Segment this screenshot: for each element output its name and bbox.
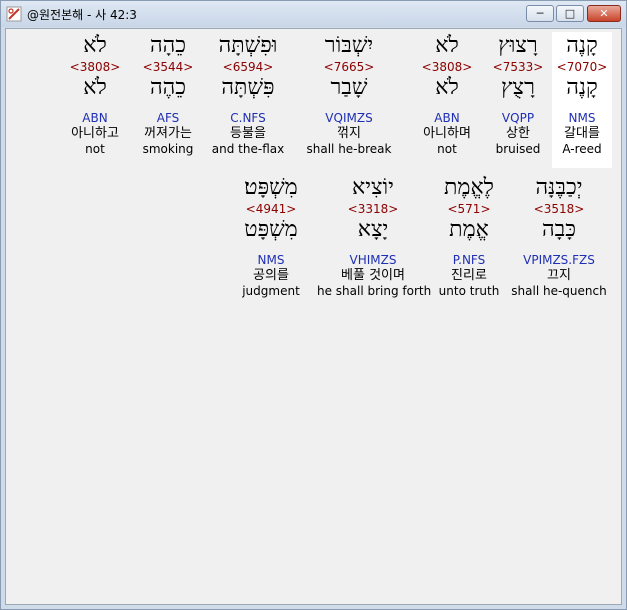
hebrew-word: יִשְׁבּוֹר bbox=[324, 33, 374, 58]
english-gloss: bruised bbox=[495, 142, 541, 156]
word-block[interactable]: לֶאֱמֶת <571> אֱמֶת P.NFS 진리로 unto truth bbox=[434, 174, 504, 299]
word-block[interactable]: יוֹצִיא <3318> יָצָא VHIMZS 베풀 것이며 he sh… bbox=[317, 174, 432, 299]
korean-gloss: 등불을 bbox=[230, 126, 266, 141]
english-gloss: shall he-quench bbox=[511, 284, 607, 298]
parsing-code: VQPP bbox=[501, 111, 535, 125]
korean-gloss: 아니하며 bbox=[423, 126, 471, 141]
korean-gloss: 상한 bbox=[506, 126, 530, 141]
maximize-button[interactable]: □ bbox=[556, 5, 584, 22]
korean-gloss: 꺼져가는 bbox=[144, 126, 192, 141]
hebrew-word: יְכַבֶּנָּה bbox=[535, 175, 583, 200]
word-block[interactable]: יִשְׁבּוֹר <7665> שָׁבַר VQIMZS 꺾지 shall… bbox=[303, 32, 395, 157]
parsing-code: P.NFS bbox=[452, 253, 486, 267]
korean-gloss: 진리로 bbox=[451, 268, 487, 283]
english-gloss: smoking bbox=[142, 142, 194, 156]
hebrew-lexeme: לֹא bbox=[83, 75, 107, 100]
hebrew-lexeme: כֵהֶה bbox=[149, 75, 187, 100]
app-logo-icon bbox=[6, 6, 22, 22]
hebrew-lexeme: שָׁבַר bbox=[330, 75, 368, 100]
parsing-code: ABN bbox=[434, 111, 460, 125]
parsing-code: NMS bbox=[568, 111, 596, 125]
english-gloss: A-reed bbox=[562, 142, 602, 156]
hebrew-lexeme: אֱמֶת bbox=[449, 217, 489, 242]
strong-number[interactable]: <6594> bbox=[202, 60, 294, 74]
minimize-button[interactable]: ─ bbox=[526, 5, 554, 22]
parsing-code: NMS bbox=[257, 253, 285, 267]
parsing-code: AFS bbox=[156, 111, 180, 125]
word-block[interactable]: רָצוּץ <7533> רָצֻץ VQPP 상한 bruised bbox=[488, 32, 548, 157]
strong-number[interactable]: <4941> bbox=[238, 202, 304, 216]
strong-number[interactable]: <3318> bbox=[317, 202, 429, 216]
hebrew-word: לֶאֱמֶת bbox=[444, 175, 494, 200]
hebrew-lexeme: יָצָא bbox=[357, 217, 389, 242]
hebrew-word: כֵהָה bbox=[149, 33, 187, 58]
strong-number[interactable]: <3808> bbox=[61, 60, 129, 74]
english-gloss: and the-flax bbox=[211, 142, 285, 156]
app-window: @원전본해 - 사 42:3 ─ □ ✕ קָנֶה <7070> קָנֶה … bbox=[0, 0, 627, 610]
word-block[interactable]: יְכַבֶּנָּה <3518> כָּבָה VPIMZS.FZS 끄지 … bbox=[509, 174, 609, 299]
hebrew-word: יוֹצִיא bbox=[352, 175, 394, 200]
korean-gloss: 베풀 것이며 bbox=[341, 268, 405, 283]
hebrew-lexeme: לֹא bbox=[435, 75, 459, 100]
maximize-icon: □ bbox=[564, 7, 576, 20]
strong-number[interactable]: <3808> bbox=[413, 60, 481, 74]
korean-gloss: 갈대를 bbox=[564, 126, 600, 141]
verse-display: קָנֶה <7070> קָנֶה NMS 갈대를 A-reed רָצוּץ… bbox=[5, 28, 622, 605]
hebrew-word: קָנֶה bbox=[566, 33, 598, 58]
word-block[interactable]: לֹא <3808> לֹא ABN 아니하며 not bbox=[413, 32, 481, 157]
window-title: @원전본해 - 사 42:3 bbox=[27, 8, 137, 22]
word-block[interactable]: כֵהָה <3544> כֵהֶה AFS 꺼져가는 smoking bbox=[136, 32, 200, 157]
parsing-code: ABN bbox=[82, 111, 108, 125]
english-gloss: he shall bring forth bbox=[317, 284, 432, 298]
hebrew-lexeme: פִּשְׁתָּה bbox=[221, 75, 275, 100]
english-gloss: not bbox=[85, 142, 105, 156]
strong-number[interactable]: <3544> bbox=[136, 60, 200, 74]
strong-number[interactable]: <571> bbox=[434, 202, 504, 216]
word-block[interactable]: וּפִשְׁתָּה <6594> פִּשְׁתָּה C.NFS 등불을 … bbox=[202, 32, 294, 157]
hebrew-lexeme: כָּבָה bbox=[541, 217, 576, 242]
hebrew-lexeme: רָצֻץ bbox=[501, 75, 535, 100]
word-block[interactable]: לֹא <3808> לֹא ABN 아니하고 not bbox=[61, 32, 129, 157]
minimize-icon: ─ bbox=[536, 7, 544, 20]
hebrew-word: וּפִשְׁתָּה bbox=[218, 33, 278, 58]
hebrew-word: רָצוּץ bbox=[498, 33, 538, 58]
english-gloss: not bbox=[437, 142, 457, 156]
english-gloss: judgment bbox=[242, 284, 300, 298]
parsing-code: VQIMZS bbox=[325, 111, 373, 125]
parsing-code: VPIMZS.FZS bbox=[523, 253, 595, 267]
word-block[interactable]: מִשְׁפָּט׃ <4941> מִשְׁפָּט NMS 공의를 judg… bbox=[238, 174, 304, 299]
english-gloss: shall he-break bbox=[306, 142, 392, 156]
close-button[interactable]: ✕ bbox=[587, 5, 621, 22]
word-block[interactable]: קָנֶה <7070> קָנֶה NMS 갈대를 A-reed bbox=[552, 32, 612, 168]
korean-gloss: 공의를 bbox=[253, 268, 289, 283]
korean-gloss: 아니하고 bbox=[71, 126, 119, 141]
hebrew-lexeme: קָנֶה bbox=[566, 75, 598, 100]
hebrew-lexeme: מִשְׁפָּט bbox=[244, 217, 298, 242]
strong-number[interactable]: <7070> bbox=[552, 60, 612, 74]
english-gloss: unto truth bbox=[438, 284, 500, 298]
strong-number[interactable]: <7665> bbox=[303, 60, 395, 74]
hebrew-word: מִשְׁפָּט׃ bbox=[244, 175, 298, 200]
hebrew-word: לֹא bbox=[83, 33, 107, 58]
parsing-code: C.NFS bbox=[230, 111, 266, 125]
hebrew-word: לֹא bbox=[435, 33, 459, 58]
close-icon: ✕ bbox=[599, 7, 609, 20]
strong-number[interactable]: <3518> bbox=[509, 202, 609, 216]
strong-number[interactable]: <7533> bbox=[488, 60, 548, 74]
parsing-code: VHIMZS bbox=[349, 253, 397, 267]
korean-gloss: 꺾지 bbox=[337, 126, 361, 141]
korean-gloss: 끄지 bbox=[547, 268, 571, 283]
title-bar[interactable]: @원전본해 - 사 42:3 ─ □ ✕ bbox=[1, 1, 626, 27]
